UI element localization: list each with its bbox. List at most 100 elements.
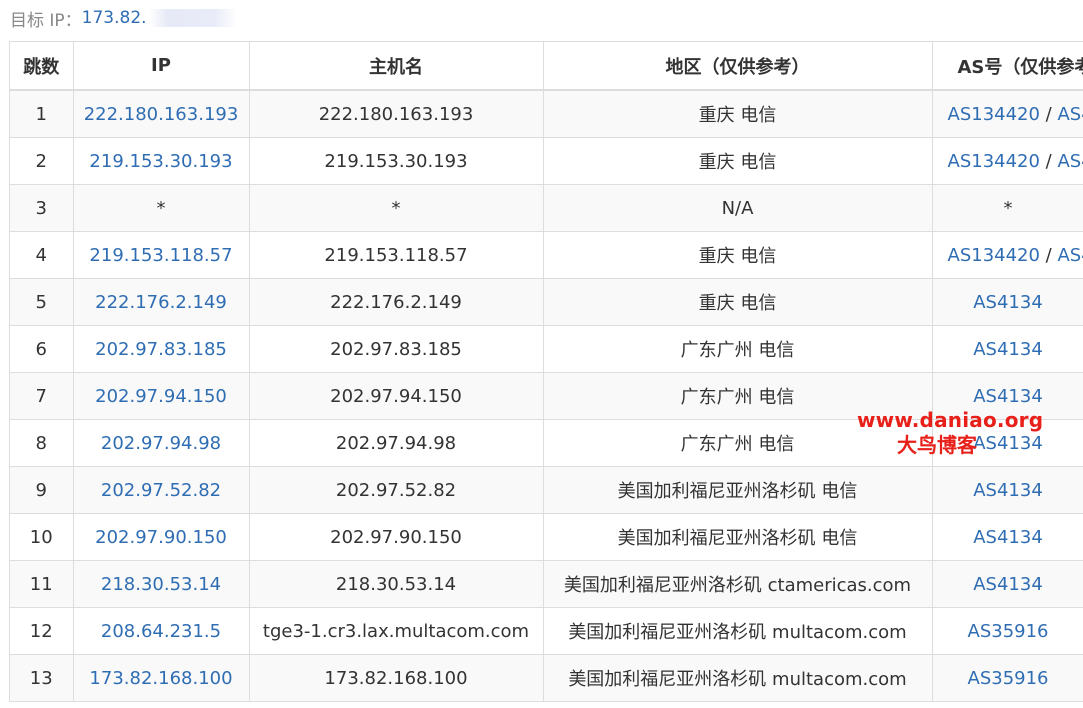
cell-ip: 202.97.52.82 <box>73 466 250 514</box>
cell-as: AS4134 <box>932 466 1083 514</box>
cell-ip: 222.180.163.193 <box>73 90 250 138</box>
cell-region-text: N/A <box>721 197 754 219</box>
cell-hostname: 202.97.94.150 <box>249 372 544 420</box>
cell-hostname: 202.97.52.82 <box>249 466 544 514</box>
cell-region: 重庆 电信 <box>543 90 933 138</box>
as-link[interactable]: AS4134 <box>1057 151 1083 172</box>
table-row: 7 202.97.94.150 202.97.94.150 广东广州 电信 AS4134 <box>10 372 1083 420</box>
cell-as: AS134420 / AS4134 <box>932 137 1083 185</box>
table-row: 4 219.153.118.57 219.153.118.57 重庆 电信 AS1344… <box>10 231 1083 279</box>
as-link[interactable]: AS35916 <box>968 621 1049 642</box>
redaction-blur <box>148 9 237 27</box>
traceroute-page: 目标 IP： 173.82. 跳数 IP 主机名 地区（仅供参考） AS号（仅供… <box>0 0 1083 708</box>
cell-hostname-text: 218.30.53.14 <box>335 573 457 595</box>
cell-region: 美国加利福尼亚州洛杉矶 电信 <box>543 466 933 514</box>
cell-region-text: 重庆 电信 <box>698 293 777 314</box>
as-link[interactable]: AS4134 <box>973 574 1043 595</box>
traceroute-table: 跳数 IP 主机名 地区（仅供参考） AS号（仅供参考） 1 222.180.16… <box>10 42 1083 702</box>
table-row: 12 208.64.231.5 tge3-1.cr3.lax.multacom.co… <box>10 607 1083 655</box>
cell-ip: 222.176.2.149 <box>73 278 250 326</box>
as-link[interactable]: AS4134 <box>973 292 1043 313</box>
cell-region: 美国加利福尼亚州洛杉矶 multacom.com <box>543 607 933 655</box>
table-row: 6 202.97.83.185 202.97.83.185 广东广州 电信 AS4134 <box>10 325 1083 373</box>
cell-hop: 3 <box>10 184 74 232</box>
cell-hostname: 222.176.2.149 <box>249 278 544 326</box>
target-ip-line: 目标 IP： 173.82. <box>10 6 237 31</box>
cell-hostname: 218.30.53.14 <box>249 560 544 608</box>
as-link[interactable]: AS35916 <box>968 668 1049 689</box>
cell-hop: 1 <box>10 90 74 138</box>
cell-ip-link[interactable]: 222.180.163.193 <box>84 104 239 125</box>
cell-ip-link[interactable]: 202.97.94.150 <box>95 386 227 407</box>
cell-as: AS4134 <box>932 278 1083 326</box>
cell-region: 广东广州 电信 <box>543 325 933 373</box>
cell-as: AS35916 <box>932 654 1083 702</box>
cell-region-text: 美国加利福尼亚州洛杉矶 电信 <box>617 528 858 549</box>
cell-region-text: 美国加利福尼亚州洛杉矶 ctamericas.com <box>563 575 912 596</box>
cell-ip-link[interactable]: 202.97.94.98 <box>101 433 221 454</box>
cell-hostname-text: 202.97.83.185 <box>330 338 462 360</box>
cell-region-text: 重庆 电信 <box>698 105 777 126</box>
as-link[interactable]: AS4134 <box>973 339 1043 360</box>
cell-region: 重庆 电信 <box>543 231 933 279</box>
cell-ip: 208.64.231.5 <box>73 607 250 655</box>
table-row: 2 219.153.30.193 219.153.30.193 重庆 电信 AS1344… <box>10 137 1083 185</box>
as-link[interactable]: AS134420 <box>948 104 1040 125</box>
cell-region: 重庆 电信 <box>543 137 933 185</box>
cell-ip: 202.97.94.98 <box>73 419 250 467</box>
cell-ip-link[interactable]: 218.30.53.14 <box>101 574 221 595</box>
cell-as: AS134420 / AS4134 <box>932 231 1083 279</box>
cell-hop-text: 12 <box>29 620 53 642</box>
cell-hostname: * <box>249 184 544 232</box>
cell-hostname: 219.153.118.57 <box>249 231 544 279</box>
cell-hop: 12 <box>10 607 74 655</box>
table-row: 3 * * N/A * <box>10 184 1083 232</box>
as-link[interactable]: AS4134 <box>973 527 1043 548</box>
cell-ip-link[interactable]: 173.82.168.100 <box>89 668 232 689</box>
cell-ip-link[interactable]: 222.176.2.149 <box>95 292 227 313</box>
as-separator: / <box>1039 103 1058 125</box>
cell-as: AS4134 <box>932 560 1083 608</box>
cell-hop: 10 <box>10 513 74 561</box>
cell-hostname: 202.97.90.150 <box>249 513 544 561</box>
table-row: 10 202.97.90.150 202.97.90.150 美国加利福尼亚州洛杉矶 … <box>10 513 1083 561</box>
as-link[interactable]: AS134420 <box>948 151 1040 172</box>
header-hop: 跳数 <box>10 42 74 91</box>
cell-hostname-text: 222.180.163.193 <box>318 103 474 125</box>
cell-hostname-text: tge3-1.cr3.lax.multacom.com <box>262 620 530 642</box>
header-as: AS号（仅供参考） <box>932 42 1083 91</box>
cell-region: 美国加利福尼亚州洛杉矶 电信 <box>543 513 933 561</box>
as-link[interactable]: AS4134 <box>973 480 1043 501</box>
cell-hop: 6 <box>10 325 74 373</box>
cell-ip-link[interactable]: 202.97.90.150 <box>95 527 227 548</box>
cell-hop-text: 5 <box>35 291 47 313</box>
cell-region: 美国加利福尼亚州洛杉矶 ctamericas.com <box>543 560 933 608</box>
cell-hostname-text: 173.82.168.100 <box>324 667 468 689</box>
as-link[interactable]: AS4134 <box>1057 245 1083 266</box>
cell-hop-text: 8 <box>35 432 47 454</box>
cell-as: AS4134 <box>932 513 1083 561</box>
as-link[interactable]: AS4134 <box>973 386 1043 407</box>
cell-hostname-text: * <box>391 197 401 219</box>
cell-as: AS35916 <box>932 607 1083 655</box>
cell-hostname-text: 219.153.30.193 <box>324 150 468 172</box>
cell-region-text: 重庆 电信 <box>698 152 777 173</box>
cell-ip-link[interactable]: 202.97.83.185 <box>95 339 227 360</box>
cell-region-text: 重庆 电信 <box>698 246 777 267</box>
cell-ip-link[interactable]: 202.97.52.82 <box>101 480 221 501</box>
as-link[interactable]: AS4134 <box>1057 104 1083 125</box>
header-hostname: 主机名 <box>249 42 544 91</box>
as-link[interactable]: AS134420 <box>948 245 1040 266</box>
as-link[interactable]: AS4134 <box>973 433 1043 454</box>
cell-hop: 9 <box>10 466 74 514</box>
cell-hostname-text: 202.97.90.150 <box>330 526 462 548</box>
cell-ip-link[interactable]: 219.153.30.193 <box>89 151 232 172</box>
cell-hop: 5 <box>10 278 74 326</box>
cell-hop-text: 11 <box>29 573 53 595</box>
target-ip-value: 173.82. <box>81 8 147 28</box>
table-row: 5 222.176.2.149 222.176.2.149 重庆 电信 AS4134 <box>10 278 1083 326</box>
cell-ip-text: * <box>156 197 166 219</box>
cell-ip-link[interactable]: 219.153.118.57 <box>89 245 232 266</box>
cell-hop: 7 <box>10 372 74 420</box>
cell-ip-link[interactable]: 208.64.231.5 <box>101 621 221 642</box>
